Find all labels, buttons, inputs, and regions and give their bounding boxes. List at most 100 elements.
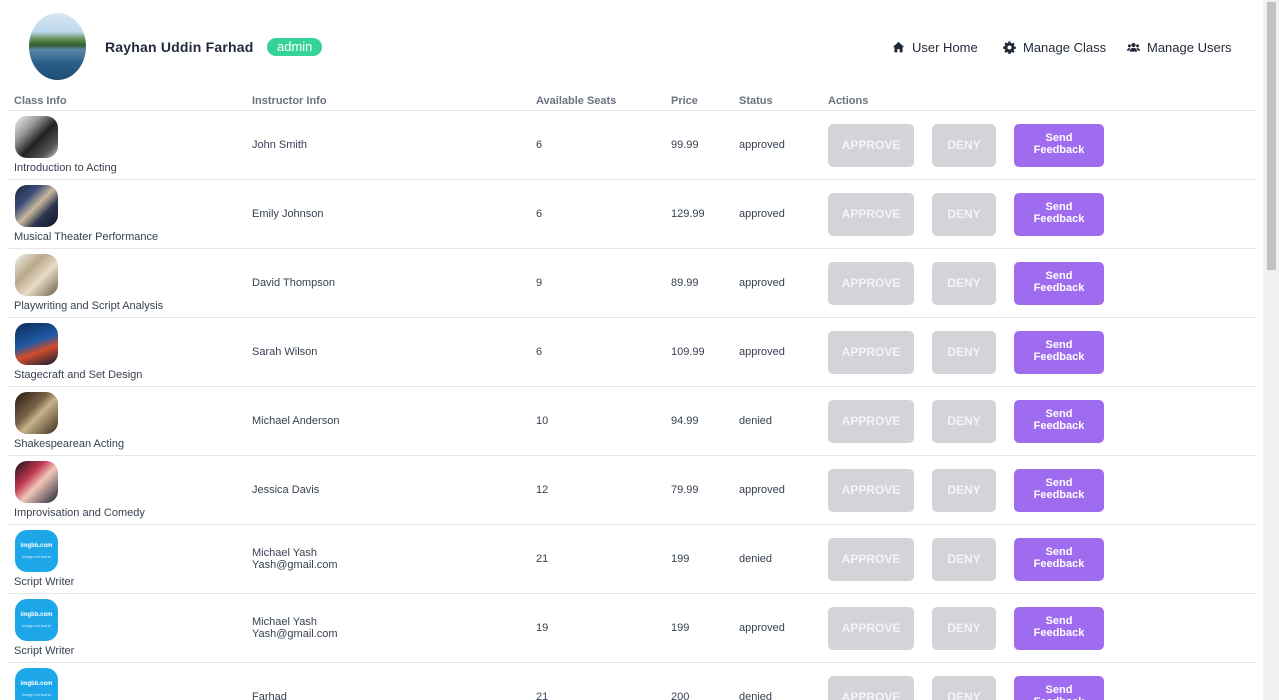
- deny-button[interactable]: DENY: [932, 192, 996, 236]
- class-info-cell: imgbb.com image not found Script Writer: [8, 524, 252, 594]
- class-info-cell: Shakespearean Acting: [8, 386, 252, 456]
- class-name: Improvisation and Comedy: [14, 507, 145, 519]
- price: 199: [671, 524, 739, 594]
- thumb-brand-text: imgbb.com: [20, 543, 53, 549]
- send-feedback-button[interactable]: Send Feedback: [1014, 261, 1104, 305]
- class-thumbnail: [15, 323, 58, 365]
- class-thumbnail: imgbb.com image not found: [15, 668, 58, 700]
- class-name: Musical Theater Performance: [14, 231, 159, 243]
- nav-manage-users-label: Manage Users: [1147, 40, 1232, 55]
- send-feedback-button[interactable]: Send Feedback: [1014, 123, 1104, 167]
- instructor-name: David Thompson: [252, 277, 335, 289]
- instructor-info-cell: Jessica Davis: [252, 455, 536, 525]
- deny-button[interactable]: DENY: [932, 537, 996, 581]
- thumb-brand-text: imgbb.com: [20, 681, 53, 687]
- send-feedback-button[interactable]: Send Feedback: [1014, 606, 1104, 650]
- deny-button[interactable]: DENY: [932, 399, 996, 443]
- class-thumbnail: [15, 116, 58, 158]
- approve-button[interactable]: APPROVE: [828, 261, 914, 305]
- instructor-info-cell: Michael Yash Yash@gmail.com: [252, 524, 536, 594]
- nav-user-home[interactable]: User Home: [892, 40, 978, 55]
- class-thumbnail: [15, 392, 58, 434]
- class-name: Introduction to Acting: [14, 162, 117, 174]
- status: approved: [739, 317, 828, 387]
- actions-cell: APPROVE DENY Send Feedback: [828, 110, 1256, 180]
- approve-button[interactable]: APPROVE: [828, 675, 914, 700]
- class-name: Script Writer: [14, 645, 75, 657]
- approve-button[interactable]: APPROVE: [828, 192, 914, 236]
- price: 200: [671, 662, 739, 700]
- approve-button[interactable]: APPROVE: [828, 399, 914, 443]
- deny-button[interactable]: DENY: [932, 261, 996, 305]
- instructor-name: Emily Johnson: [252, 208, 324, 220]
- deny-button[interactable]: DENY: [932, 330, 996, 374]
- table-header-row: Class Info Instructor Info Available Sea…: [8, 91, 1256, 111]
- nav-manage-class[interactable]: Manage Class: [1003, 40, 1106, 55]
- nav-user-home-label: User Home: [912, 40, 978, 55]
- actions-cell: APPROVE DENY Send Feedback: [828, 317, 1256, 387]
- actions-cell: APPROVE DENY Send Feedback: [828, 593, 1256, 663]
- approve-button[interactable]: APPROVE: [828, 606, 914, 650]
- role-badge: admin: [267, 38, 323, 56]
- approve-button[interactable]: APPROVE: [828, 123, 914, 167]
- price: 79.99: [671, 455, 739, 525]
- avatar[interactable]: [29, 13, 86, 80]
- status: approved: [739, 593, 828, 663]
- approve-button[interactable]: APPROVE: [828, 468, 914, 512]
- available-seats: 6: [536, 317, 671, 387]
- nav-manage-users[interactable]: Manage Users: [1127, 40, 1232, 55]
- user-name: Rayhan Uddin Farhad: [105, 39, 254, 55]
- class-name: Stagecraft and Set Design: [14, 369, 143, 381]
- instructor-name: Michael Yash: [252, 616, 318, 628]
- class-info-cell: Stagecraft and Set Design: [8, 317, 252, 387]
- table-row: Musical Theater Performance Emily Johnson…: [8, 179, 1256, 249]
- send-feedback-button[interactable]: Send Feedback: [1014, 399, 1104, 443]
- price: 109.99: [671, 317, 739, 387]
- status: denied: [739, 524, 828, 594]
- available-seats: 12: [536, 455, 671, 525]
- send-feedback-button[interactable]: Send Feedback: [1014, 675, 1104, 700]
- instructor-info-cell: Sarah Wilson: [252, 317, 536, 387]
- classes-table: Class Info Instructor Info Available Sea…: [8, 91, 1256, 700]
- class-info-cell: Introduction to Acting: [8, 110, 252, 180]
- instructor-email: Yash@gmail.com: [252, 628, 338, 640]
- column-header-status: Status: [739, 91, 828, 111]
- thumb-sub-text: image not found: [22, 623, 51, 628]
- actions-cell: APPROVE DENY Send Feedback: [828, 455, 1256, 525]
- scrollbar-thumb[interactable]: [1267, 2, 1276, 270]
- nav-manage-class-label: Manage Class: [1023, 40, 1107, 55]
- thumb-sub-text: image not found: [22, 554, 51, 559]
- table-row: Playwriting and Script Analysis David Tho…: [8, 248, 1256, 318]
- status: approved: [739, 455, 828, 525]
- send-feedback-button[interactable]: Send Feedback: [1014, 468, 1104, 512]
- top-navbar: Rayhan Uddin Farhad admin User Home Mana…: [0, 0, 1263, 92]
- deny-button[interactable]: DENY: [932, 675, 996, 700]
- available-seats: 19: [536, 593, 671, 663]
- approve-button[interactable]: APPROVE: [828, 330, 914, 374]
- instructor-email: Yash@gmail.com: [252, 559, 338, 571]
- send-feedback-button[interactable]: Send Feedback: [1014, 537, 1104, 581]
- vertical-scrollbar[interactable]: [1263, 0, 1279, 700]
- available-seats: 6: [536, 110, 671, 180]
- deny-button[interactable]: DENY: [932, 606, 996, 650]
- approve-button[interactable]: APPROVE: [828, 537, 914, 581]
- thumb-brand-text: imgbb.com: [20, 612, 53, 618]
- actions-cell: APPROVE DENY Send Feedback: [828, 524, 1256, 594]
- class-thumbnail: [15, 461, 58, 503]
- instructor-name: Jessica Davis: [252, 484, 320, 496]
- column-header-price: Price: [671, 91, 739, 111]
- available-seats: 6: [536, 179, 671, 249]
- available-seats: 21: [536, 524, 671, 594]
- send-feedback-button[interactable]: Send Feedback: [1014, 192, 1104, 236]
- send-feedback-button[interactable]: Send Feedback: [1014, 330, 1104, 374]
- users-icon: [1127, 42, 1140, 52]
- table-row: imgbb.com image not found Script Writer Mic…: [8, 593, 1256, 663]
- class-thumbnail: [15, 254, 58, 296]
- column-header-class-info: Class Info: [8, 91, 252, 111]
- class-name: Shakespearean Acting: [14, 438, 125, 450]
- table-row: imgbb.com image not found Script Writer Mic…: [8, 524, 1256, 594]
- status: denied: [739, 662, 828, 700]
- deny-button[interactable]: DENY: [932, 123, 996, 167]
- deny-button[interactable]: DENY: [932, 468, 996, 512]
- instructor-info-cell: Michael Anderson: [252, 386, 536, 456]
